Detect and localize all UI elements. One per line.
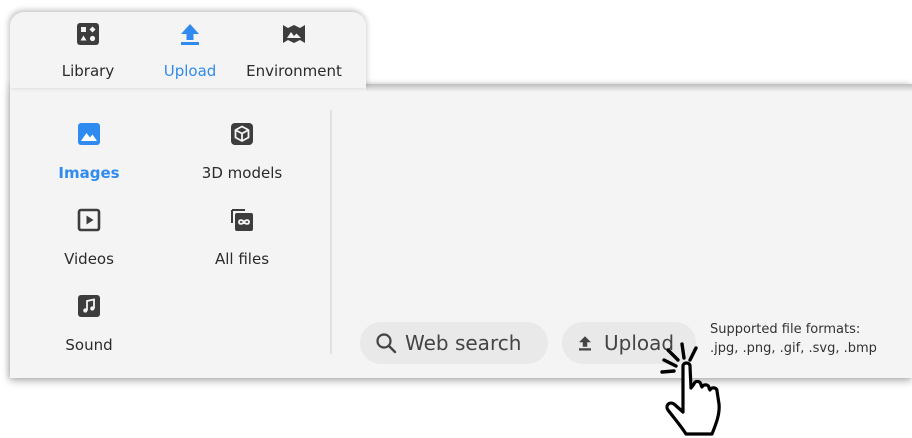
category-sound-label: Sound	[65, 336, 113, 354]
tab-upload[interactable]: Upload	[150, 12, 230, 88]
tab-library[interactable]: Library	[46, 12, 130, 88]
category-images-label: Images	[58, 164, 120, 182]
panel-top-edge-shadow	[366, 84, 912, 92]
category-images[interactable]: Images	[50, 122, 128, 182]
3d-models-icon	[231, 123, 253, 145]
upload-panel: Images 3D models Videos All files Sound …	[10, 84, 912, 378]
upload-icon	[181, 24, 199, 45]
web-search-label: Web search	[405, 331, 522, 355]
category-videos-label: Videos	[64, 250, 114, 268]
category-3d-models-label: 3D models	[201, 164, 283, 182]
panel-divider	[330, 110, 332, 354]
hand-pointer-cursor-icon	[660, 342, 721, 436]
sound-icon	[78, 295, 100, 317]
category-sound[interactable]: Sound	[50, 294, 128, 354]
tab-environment[interactable]: Environment	[236, 12, 352, 88]
supported-formats-title: Supported file formats:	[710, 322, 861, 337]
videos-icon	[77, 208, 101, 232]
all-files-icon	[231, 209, 253, 231]
tab-library-label: Library	[61, 62, 115, 80]
category-videos[interactable]: Videos	[50, 208, 128, 268]
category-all-files[interactable]: All files	[190, 208, 294, 268]
category-all-files-label: All files	[214, 250, 270, 268]
images-icon	[78, 123, 100, 145]
environment-icon	[283, 25, 305, 43]
upload-button-icon	[579, 336, 591, 351]
web-search-button[interactable]: Web search	[360, 322, 548, 364]
library-icon	[77, 23, 99, 45]
tab-upload-label: Upload	[163, 62, 217, 80]
tab-bar: Library Upload Environment	[10, 12, 366, 88]
search-icon	[376, 333, 397, 354]
tab-environment-label: Environment	[246, 62, 342, 80]
category-3d-models[interactable]: 3D models	[190, 122, 294, 182]
